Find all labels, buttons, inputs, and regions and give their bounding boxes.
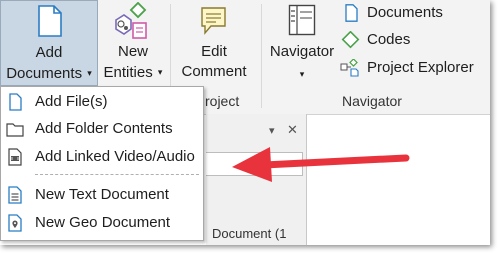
edit-comment-label-1: Edit (201, 43, 227, 60)
menu-separator (35, 174, 199, 175)
code-diamond-icon (341, 31, 360, 49)
menu-item-label: Add Folder Contents (35, 120, 173, 137)
chevron-down-icon: ▾ (299, 69, 305, 79)
comment-icon (201, 7, 226, 35)
new-entities-label-1: New (117, 43, 148, 60)
nav-item-label: Documents (367, 4, 443, 21)
folder-icon (6, 123, 24, 137)
menu-item-new-text-document[interactable]: New Text Document (1, 183, 203, 207)
new-entities-label-2: Entities ▾ (103, 64, 163, 81)
text-document-icon (8, 186, 22, 204)
menu-item-label: Add Linked Video/Audio (35, 148, 195, 165)
nav-item-label: Codes (367, 31, 411, 48)
navigator-icon (288, 4, 316, 36)
menu-item-label: New Text Document (35, 186, 169, 203)
document-icon (345, 4, 358, 22)
file-icon (9, 93, 22, 111)
app-window: Add Documents ▾ New Entities ▾ Edit Comm… (0, 0, 490, 245)
navigator-button[interactable]: Navigator ▾ (266, 0, 338, 86)
add-documents-button[interactable]: Add Documents ▾ (0, 0, 98, 86)
nav-item-label: Project Explorer (367, 59, 474, 76)
menu-item-add-files[interactable]: Add File(s) (1, 90, 203, 114)
menu-item-label: Add File(s) (35, 93, 108, 110)
ribbon-separator (261, 4, 262, 108)
panel-dropdown-icon[interactable]: ▾ (269, 124, 275, 137)
add-documents-label-2: Documents ▾ (6, 65, 92, 82)
menu-item-new-geo-document[interactable]: New Geo Document (1, 211, 203, 235)
navigator-label: Navigator (269, 43, 335, 60)
new-entities-icon (115, 2, 147, 39)
project-explorer-icon (340, 59, 359, 77)
menu-item-add-folder-contents[interactable]: Add Folder Contents (1, 117, 203, 141)
edit-comment-label-2: Comment (181, 63, 247, 80)
annotation-arrow-icon (232, 147, 410, 182)
menu-item-label: New Geo Document (35, 214, 171, 231)
navigator-group-label: Navigator (342, 93, 402, 109)
add-document-icon (38, 5, 62, 37)
film-icon (8, 148, 22, 166)
edit-comment-button[interactable]: Edit Comment (174, 0, 254, 86)
new-entities-button[interactable]: New Entities ▾ (99, 0, 167, 86)
add-documents-label-1: Add (35, 44, 63, 61)
add-documents-menu: Add File(s) Add Folder Contents Add Link… (0, 86, 204, 241)
geo-document-icon (8, 214, 22, 232)
project-group-label: roject (205, 93, 240, 109)
panel-document-label: Document (1 (212, 226, 287, 241)
chevron-down-icon: ▾ (157, 67, 163, 77)
menu-item-add-linked-video-audio[interactable]: Add Linked Video/Audio (1, 145, 203, 169)
chevron-down-icon: ▾ (87, 68, 92, 78)
close-icon[interactable]: ✕ (287, 122, 298, 138)
